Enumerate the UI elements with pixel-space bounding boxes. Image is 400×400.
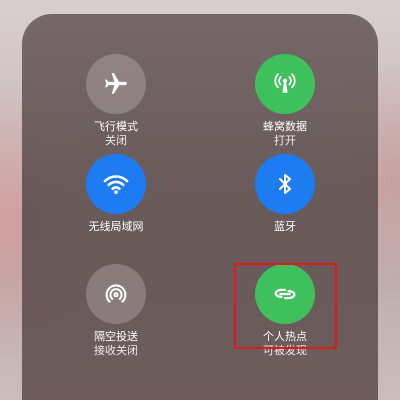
airdrop-label: 隔空投送 [94, 330, 138, 343]
airdrop-button[interactable] [86, 264, 146, 324]
airdrop-toggle[interactable]: 隔空投送 接收关闭 [66, 264, 166, 364]
airplane-mode-status: 关闭 [105, 134, 127, 147]
wifi-toggle[interactable]: 无线局域网 [66, 154, 166, 254]
cellular-data-button[interactable] [255, 54, 315, 114]
airplane-icon [105, 73, 127, 94]
cellular-data-status: 打开 [274, 134, 296, 147]
cellular-data-label: 蜂窝数据 [263, 120, 307, 133]
bluetooth-label: 蓝牙 [274, 220, 296, 233]
wifi-button[interactable] [86, 154, 146, 214]
cellular-antenna-icon [274, 73, 296, 93]
airplane-mode-button[interactable] [86, 54, 146, 114]
wifi-label: 无线局域网 [88, 220, 144, 233]
highlight-annotation-box [234, 263, 337, 349]
airplane-mode-label: 飞行模式 [94, 120, 138, 133]
airdrop-icon [105, 284, 127, 303]
bluetooth-toggle[interactable]: 蓝牙 [235, 154, 335, 254]
cellular-data-toggle[interactable]: 蜂窝数据 打开 [235, 54, 335, 154]
airplane-mode-toggle[interactable]: 飞行模式 关闭 [66, 54, 166, 154]
airdrop-status: 接收关闭 [94, 344, 138, 357]
bluetooth-icon [279, 174, 291, 194]
bluetooth-button[interactable] [255, 154, 315, 214]
wifi-icon [103, 175, 129, 195]
